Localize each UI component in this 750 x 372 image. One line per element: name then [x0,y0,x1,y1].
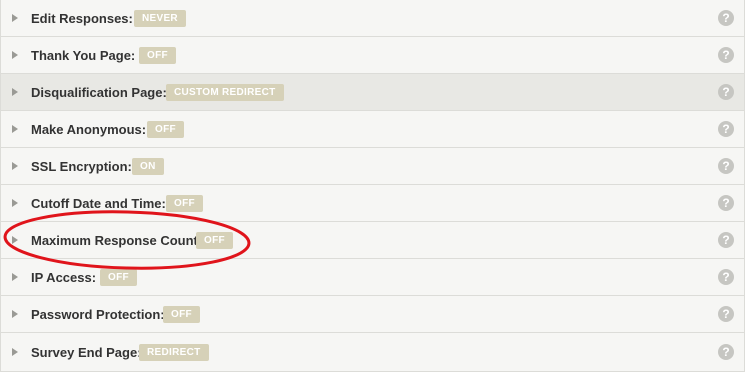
expand-arrow-icon[interactable] [12,236,18,244]
setting-row-make-anonymous[interactable]: Make Anonymous: OFF ? [1,111,744,148]
expand-arrow-icon[interactable] [12,51,18,59]
setting-value-badge: CUSTOM REDIRECT [166,83,284,101]
setting-label: Survey End Page: [31,344,142,360]
expand-arrow-icon[interactable] [12,273,18,281]
setting-label: Cutoff Date and Time: [31,195,166,211]
expand-arrow-icon[interactable] [12,162,18,170]
setting-row-ip-access[interactable]: IP Access: OFF ? [1,259,744,296]
help-icon[interactable]: ? [718,121,734,137]
setting-label: IP Access: [31,269,97,285]
setting-row-edit-responses[interactable]: Edit Responses: NEVER ? [1,0,744,37]
setting-label: Maximum Response Count: [31,232,203,248]
help-icon[interactable]: ? [718,306,734,322]
help-icon[interactable]: ? [718,47,734,63]
help-icon[interactable]: ? [718,10,734,26]
setting-label: SSL Encryption: [31,158,132,174]
setting-value-badge: OFF [100,268,137,286]
setting-row-password-protection[interactable]: Password Protection: OFF ? [1,296,744,333]
setting-label: Make Anonymous: [31,121,147,137]
expand-arrow-icon[interactable] [12,14,18,22]
setting-value-badge: OFF [196,231,233,249]
setting-label: Thank You Page: [31,47,136,63]
setting-row-cutoff-date-time[interactable]: Cutoff Date and Time: OFF ? [1,185,744,222]
setting-value-badge: OFF [139,46,176,64]
setting-row-maximum-response-count[interactable]: Maximum Response Count: OFF ? [1,222,744,259]
setting-label: Password Protection: [31,306,165,322]
setting-row-disqualification-page[interactable]: Disqualification Page: CUSTOM REDIRECT ? [1,74,744,111]
help-icon[interactable]: ? [718,344,734,360]
setting-value-badge: REDIRECT [139,343,209,361]
help-icon[interactable]: ? [718,232,734,248]
expand-arrow-icon[interactable] [12,348,18,356]
setting-row-ssl-encryption[interactable]: SSL Encryption: ON ? [1,148,744,185]
setting-value-badge: NEVER [134,9,186,27]
expand-arrow-icon[interactable] [12,88,18,96]
expand-arrow-icon[interactable] [12,199,18,207]
setting-row-survey-end-page[interactable]: Survey End Page: REDIRECT ? [1,333,744,372]
setting-value-badge: OFF [147,120,184,138]
help-icon[interactable]: ? [718,158,734,174]
help-icon[interactable]: ? [718,84,734,100]
setting-value-badge: ON [132,157,164,175]
survey-settings-panel: Edit Responses: NEVER ? Thank You Page: … [0,0,745,372]
setting-value-badge: OFF [166,194,203,212]
expand-arrow-icon[interactable] [12,310,18,318]
setting-label: Disqualification Page: [31,84,167,100]
help-icon[interactable]: ? [718,195,734,211]
setting-value-badge: OFF [163,305,200,323]
setting-label: Edit Responses: [31,10,133,26]
setting-row-thank-you-page[interactable]: Thank You Page: OFF ? [1,37,744,74]
expand-arrow-icon[interactable] [12,125,18,133]
help-icon[interactable]: ? [718,269,734,285]
